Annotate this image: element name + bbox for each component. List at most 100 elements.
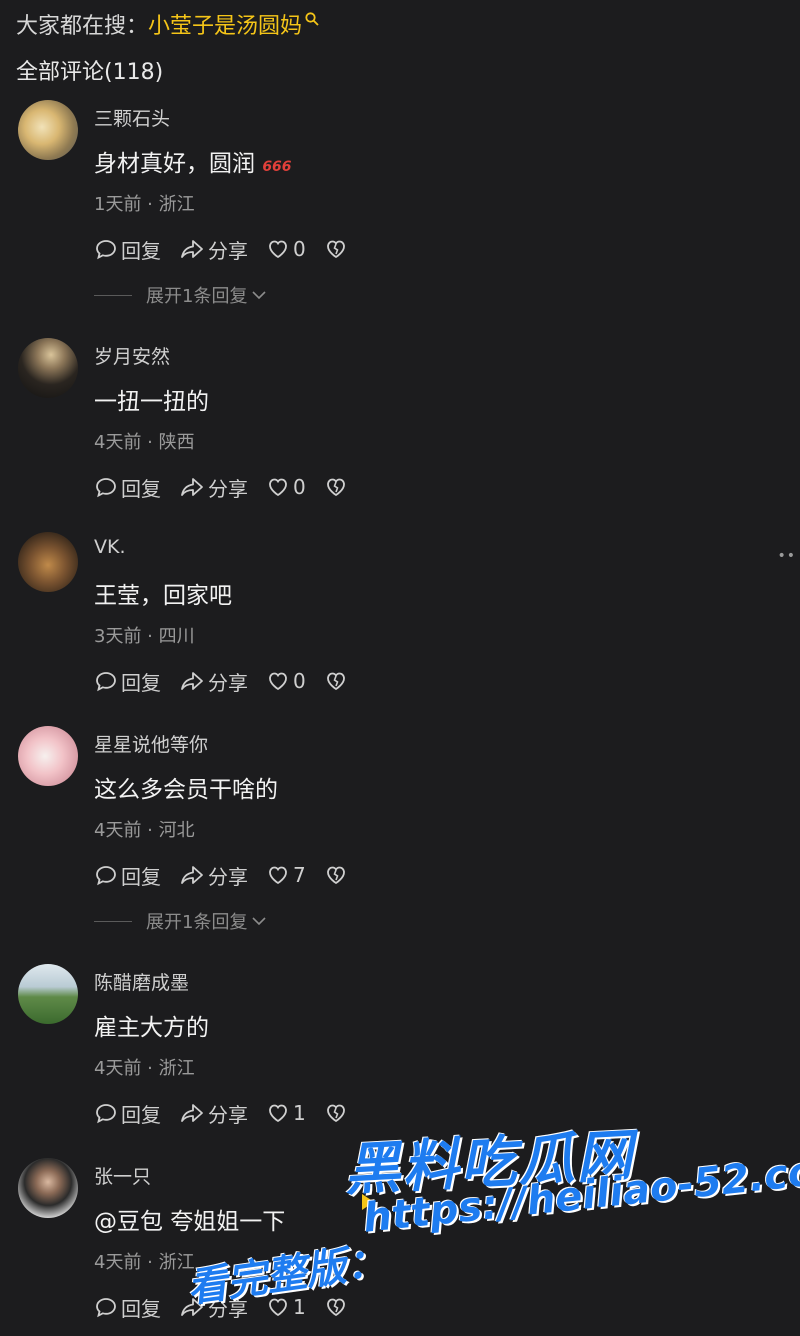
comment-meta: 4天前 · 浙江 xyxy=(94,1252,195,1273)
avatar[interactable] xyxy=(18,964,78,1024)
reply-button[interactable]: 回复 xyxy=(94,861,161,890)
reply-label: 回复 xyxy=(121,864,161,889)
share-button[interactable]: 分享 xyxy=(179,667,248,696)
reply-icon xyxy=(96,478,116,498)
comment-count: 全部评论(118) xyxy=(16,60,164,85)
expand-replies[interactable]: 展开1条回复 xyxy=(94,908,268,934)
like-count: 0 xyxy=(293,669,306,693)
avatar[interactable] xyxy=(18,532,78,592)
search-term[interactable]: 小莹子是汤圆妈 xyxy=(148,14,302,39)
username[interactable]: 岁月安然 xyxy=(94,342,170,369)
search-icon[interactable] xyxy=(304,8,322,26)
comment-text: 一扭一扭的 xyxy=(94,389,209,415)
broken-heart-icon xyxy=(326,1298,345,1317)
comment-text: 身材真好，圆润 666 xyxy=(94,151,292,177)
search-prefix: 大家都在搜： xyxy=(16,14,149,39)
share-label: 分享 xyxy=(208,238,248,263)
share-label: 分享 xyxy=(208,864,248,889)
like-count: 7 xyxy=(293,863,306,887)
comment-meta: 4天前 · 陕西 xyxy=(94,432,195,453)
divider xyxy=(94,294,132,296)
heart-icon xyxy=(269,240,287,259)
username[interactable]: 三颗石头 xyxy=(94,104,170,131)
share-icon xyxy=(181,478,203,496)
comment-actions: 回复 分享 0 xyxy=(94,472,369,502)
share-button[interactable]: 分享 xyxy=(179,235,248,264)
expand-replies[interactable]: 展开1条回复 xyxy=(94,282,268,308)
comment-actions: 回复 分享 0 xyxy=(94,234,369,264)
dislike-button[interactable] xyxy=(324,670,351,692)
share-button[interactable]: 分享 xyxy=(179,1099,248,1128)
username[interactable]: 张一只 xyxy=(94,1162,151,1189)
reply-icon xyxy=(96,1104,116,1124)
like-button[interactable]: 1 xyxy=(266,1101,306,1125)
like-button[interactable]: 0 xyxy=(266,475,306,499)
broken-heart-icon xyxy=(326,866,345,885)
like-count: 0 xyxy=(293,237,306,261)
chevron-down-icon xyxy=(252,291,267,300)
broken-heart-icon xyxy=(326,1104,345,1123)
comment-meta: 3天前 · 四川 xyxy=(94,626,195,647)
share-label: 分享 xyxy=(208,670,248,695)
share-label: 分享 xyxy=(208,476,248,501)
dislike-button[interactable] xyxy=(324,1102,351,1124)
reply-icon xyxy=(96,1298,116,1318)
avatar[interactable] xyxy=(18,726,78,786)
broken-heart-icon xyxy=(326,672,345,691)
heart-icon xyxy=(269,672,287,691)
reply-label: 回复 xyxy=(121,1296,161,1321)
share-label: 分享 xyxy=(208,1102,248,1127)
heart-icon xyxy=(269,478,287,497)
search-bar[interactable]: 大家都在搜：小莹子是汤圆妈 xyxy=(16,8,322,40)
avatar[interactable] xyxy=(18,338,78,398)
broken-heart-icon xyxy=(326,240,345,259)
comment-actions: 回复 分享 0 xyxy=(94,666,369,696)
emoji-666: 666 xyxy=(262,159,292,175)
heart-icon xyxy=(269,866,287,885)
share-button[interactable]: 分享 xyxy=(179,861,248,890)
reply-button[interactable]: 回复 xyxy=(94,235,161,264)
chevron-down-icon xyxy=(252,917,267,926)
reply-label: 回复 xyxy=(121,476,161,501)
username[interactable]: 星星说他等你 xyxy=(94,730,208,757)
avatar[interactable] xyxy=(18,1158,78,1218)
comment-actions: 回复 分享 7 xyxy=(94,860,369,890)
avatar[interactable] xyxy=(18,100,78,160)
comment-actions: 回复 分享 1 xyxy=(94,1098,369,1128)
comment-text: 雇主大方的 xyxy=(94,1015,209,1041)
reply-label: 回复 xyxy=(121,670,161,695)
reply-button[interactable]: 回复 xyxy=(94,1293,161,1322)
share-button[interactable]: 分享 xyxy=(179,473,248,502)
share-icon xyxy=(181,866,203,884)
heart-icon xyxy=(269,1104,287,1123)
comment-text: 这么多会员干啥的 xyxy=(94,777,278,803)
divider xyxy=(94,920,132,922)
reply-icon xyxy=(96,672,116,692)
like-button[interactable]: 7 xyxy=(266,863,306,887)
dislike-button[interactable] xyxy=(324,238,351,260)
reply-button[interactable]: 回复 xyxy=(94,1099,161,1128)
like-button[interactable]: 0 xyxy=(266,669,306,693)
broken-heart-icon xyxy=(326,478,345,497)
more-dots-icon[interactable]: •• xyxy=(777,548,796,564)
like-button[interactable]: 0 xyxy=(266,237,306,261)
reply-button[interactable]: 回复 xyxy=(94,667,161,696)
like-count: 1 xyxy=(293,1101,306,1125)
share-icon xyxy=(181,240,203,258)
reply-label: 回复 xyxy=(121,1102,161,1127)
comment-meta: 1天前 · 浙江 xyxy=(94,194,195,215)
username[interactable]: 陈醋磨成墨 xyxy=(94,968,189,995)
like-count: 0 xyxy=(293,475,306,499)
dislike-button[interactable] xyxy=(324,864,351,886)
reply-label: 回复 xyxy=(121,238,161,263)
username[interactable]: VK. xyxy=(94,536,126,558)
dislike-button[interactable] xyxy=(324,1296,351,1318)
comment-text: 王莹，回家吧 xyxy=(94,583,232,609)
reply-icon xyxy=(96,866,116,886)
reply-icon xyxy=(96,240,116,260)
share-icon xyxy=(181,1104,203,1122)
comment-meta: 4天前 · 河北 xyxy=(94,820,195,841)
reply-button[interactable]: 回复 xyxy=(94,473,161,502)
comment-meta: 4天前 · 浙江 xyxy=(94,1058,195,1079)
dislike-button[interactable] xyxy=(324,476,351,498)
